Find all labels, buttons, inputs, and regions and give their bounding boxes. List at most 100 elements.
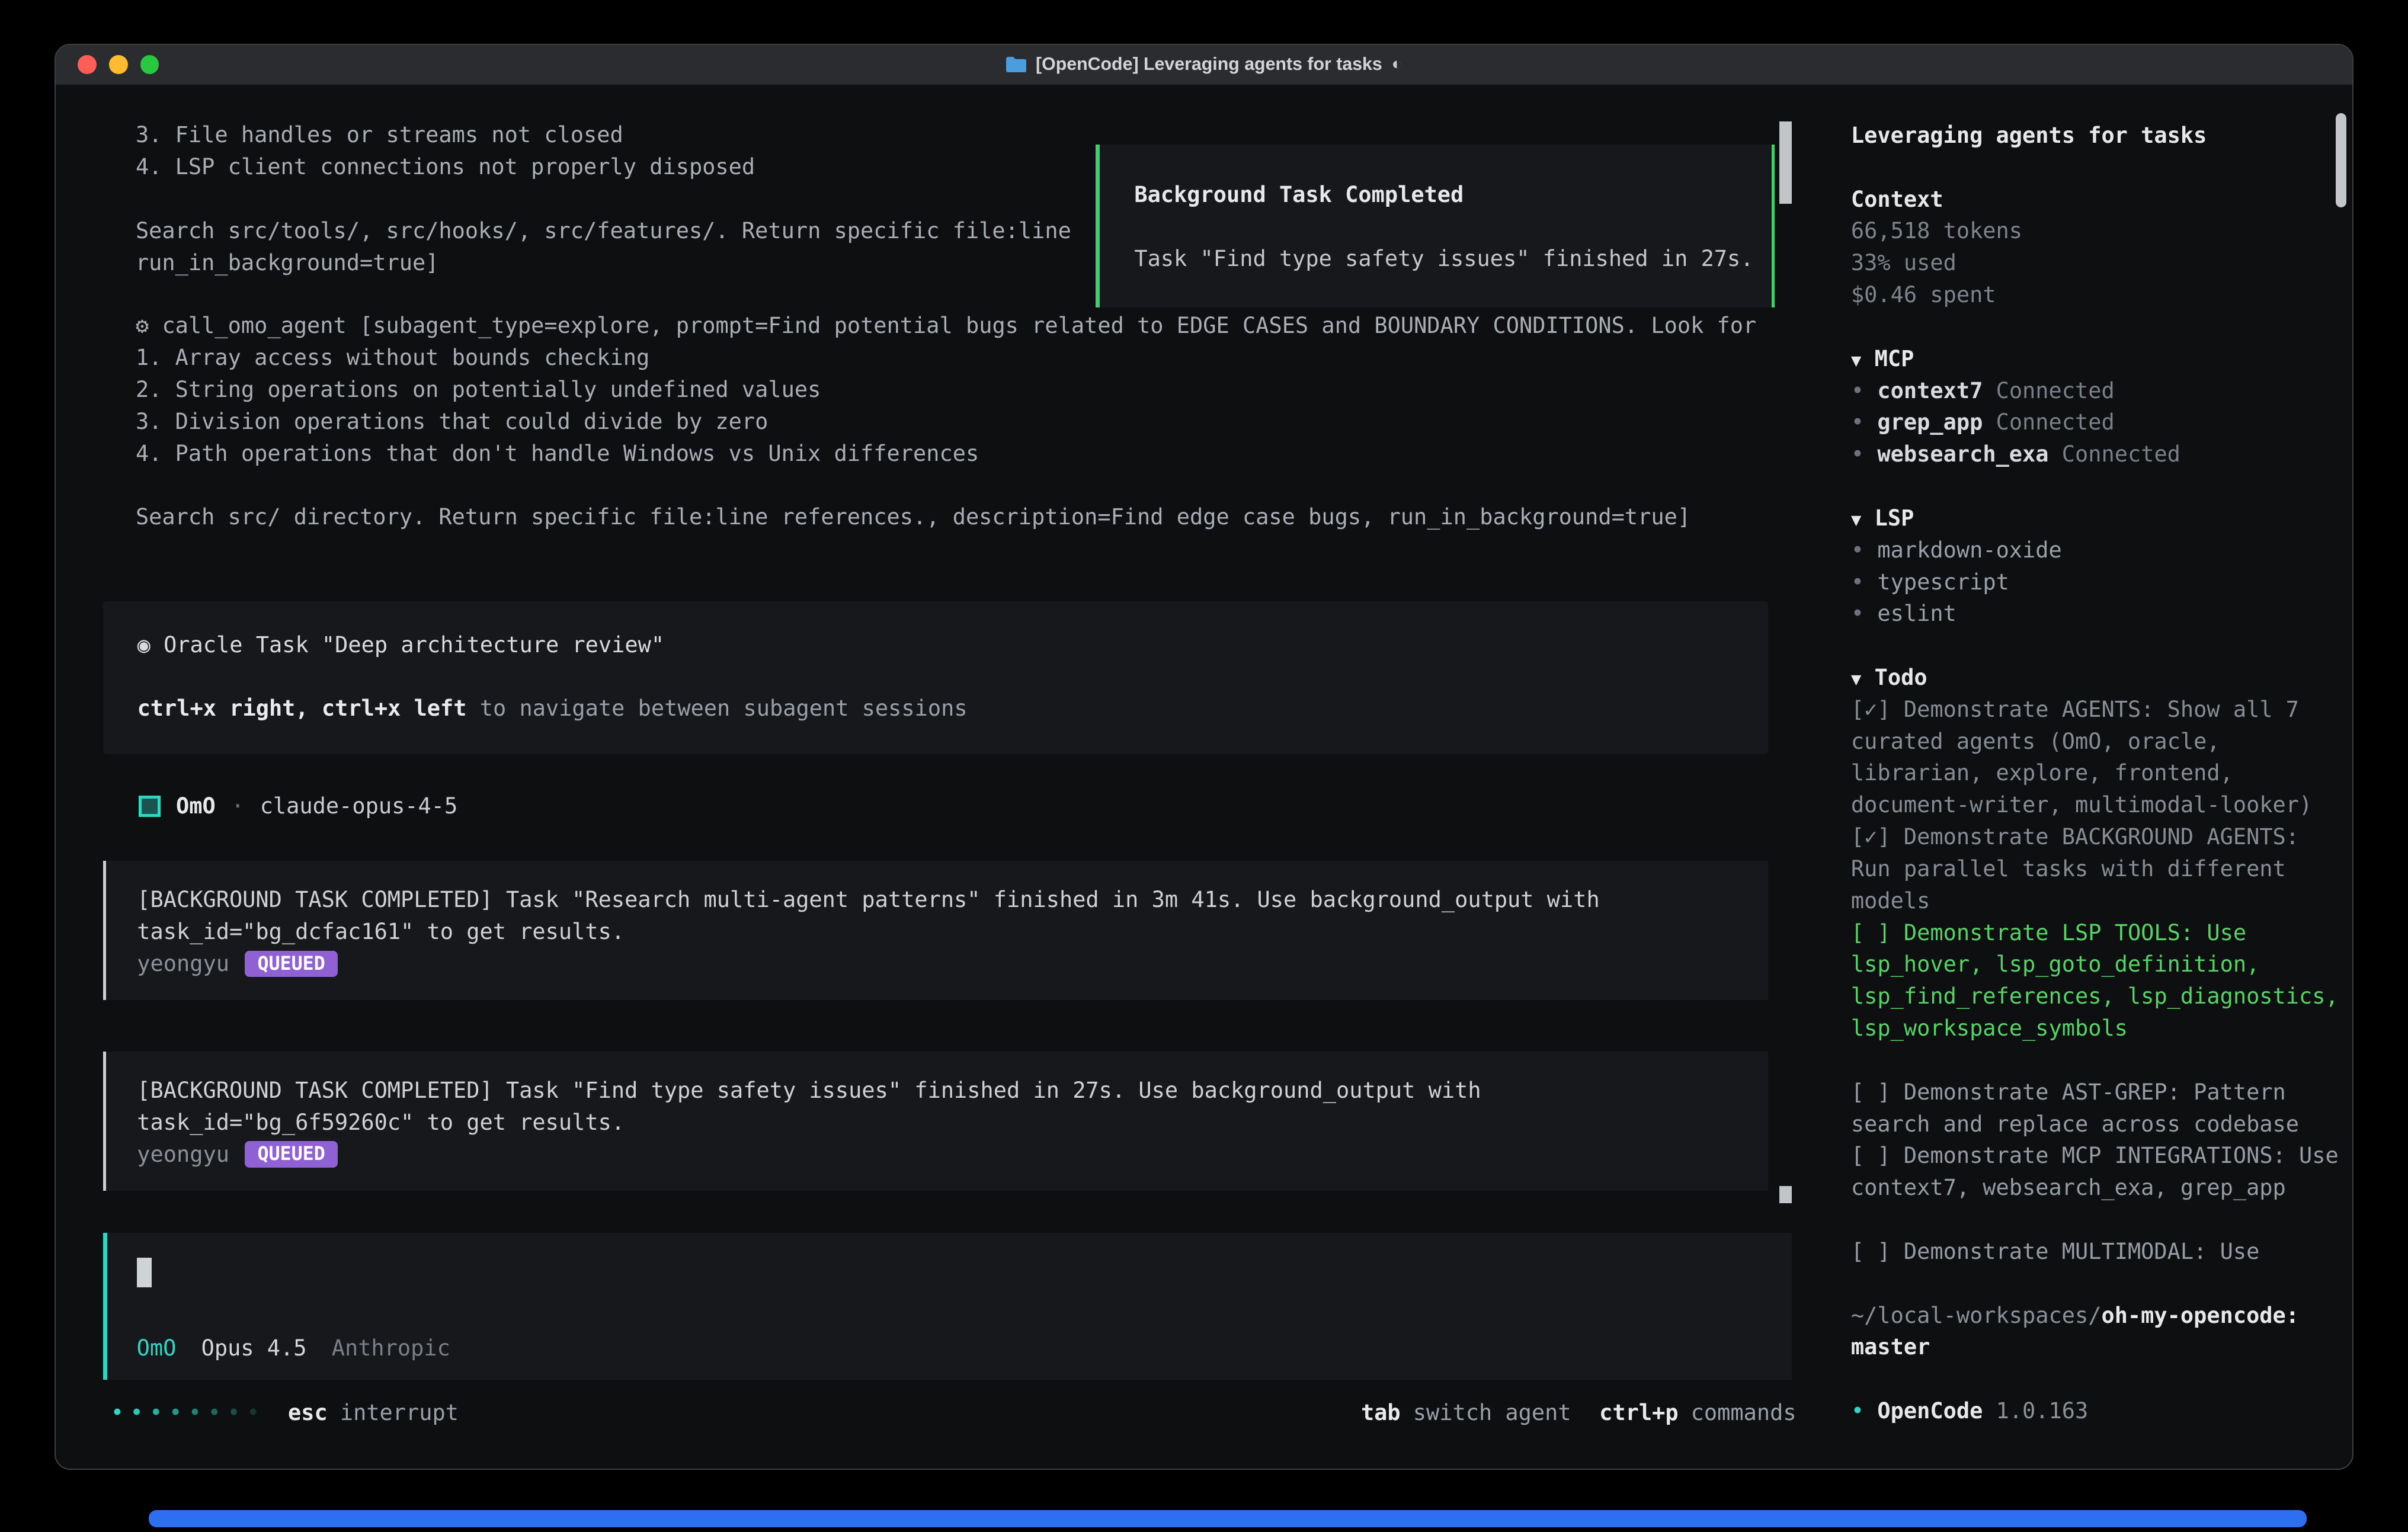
agent-call-item: 3. Division operations that could divide… <box>136 406 1756 438</box>
close-button[interactable] <box>78 55 97 74</box>
todo-text: Demonstrate AST-GREP: Pattern search and… <box>1851 1079 2299 1137</box>
terminal-line: run_in_background=true] <box>136 247 1071 279</box>
agent-icon <box>139 796 160 817</box>
todo-text: Demonstrate AGENTS: Show all 7 curated a… <box>1851 697 2312 818</box>
todo-text: Demonstrate MULTIMODAL: Use <box>1904 1239 2259 1264</box>
queued-badge: QUEUED <box>245 951 338 977</box>
terminal-pane[interactable]: 3. File handles or streams not closed 4.… <box>56 85 1827 1470</box>
statusbar-right: tab switch agent ctrl+p commands <box>1361 1397 1797 1429</box>
prompt-input[interactable]: OmO Opus 4.5 Anthropic <box>103 1233 1792 1380</box>
mcp-item: • context7 Connected <box>1851 375 2339 407</box>
terminal-line: 4. LSP client connections not properly d… <box>136 151 1071 183</box>
context-tokens: 66,518 tokens <box>1851 215 2339 247</box>
screen: [OpenCode] Leveraging agents for tasks ◐… <box>0 0 2408 1532</box>
tab-key-hint: tab <box>1361 1397 1401 1429</box>
input-agent-name: OmO <box>137 1332 177 1364</box>
mcp-section-header[interactable]: ▼ MCP <box>1851 343 2339 375</box>
agent-call-item: 2. String operations on potentially unde… <box>136 374 1756 406</box>
esc-key-hint: esc <box>288 1397 328 1429</box>
message-line: [BACKGROUND TASK COMPLETED] Task "Find t… <box>137 1075 1768 1107</box>
scrollbar-marker[interactable] <box>1779 1186 1792 1203</box>
lsp-heading-text: LSP <box>1875 505 1914 531</box>
todo-heading-text: Todo <box>1875 665 1927 690</box>
esc-key-label: interrupt <box>340 1397 459 1429</box>
checkbox-empty-icon: [ ] <box>1851 1079 1891 1105</box>
message-line: task_id="bg_dcfac161" to get results. <box>137 916 1768 948</box>
queued-badge: QUEUED <box>245 1141 338 1168</box>
session-title: Leveraging agents for tasks <box>1851 120 2339 152</box>
todo-item: [ ] Demonstrate AST-GREP: Pattern search… <box>1851 1076 2339 1140</box>
checkbox-checked-icon: [✓] <box>1851 697 1891 722</box>
statusbar-left: •••••••• esc interrupt <box>111 1397 459 1429</box>
input-provider-name: Anthropic <box>332 1332 450 1364</box>
sidebar-scrollbar-thumb[interactable] <box>2336 113 2346 207</box>
bullet-icon: • <box>1851 409 1864 435</box>
workspace-repo: oh-my-opencode: <box>2101 1303 2299 1328</box>
oracle-task-title-text: Oracle Task "Deep architecture review" <box>164 632 664 658</box>
agent-name: OmO <box>176 790 216 822</box>
fisheye-icon: ◉ <box>137 632 150 658</box>
terminal-line: Search src/tools/, src/hooks/, src/featu… <box>136 215 1071 247</box>
background-task-message: [BACKGROUND TASK COMPLETED] Task "Find t… <box>103 1052 1769 1191</box>
mcp-status: Connected <box>2062 441 2180 467</box>
text-cursor <box>137 1258 152 1287</box>
todo-item: [ ] Demonstrate MCP INTEGRATIONS: Use co… <box>1851 1140 2339 1204</box>
zoom-button[interactable] <box>140 55 159 74</box>
todo-text: Demonstrate MCP INTEGRATIONS: Use contex… <box>1851 1143 2339 1200</box>
oracle-task-panel: ◉ Oracle Task "Deep architecture review"… <box>103 601 1769 755</box>
commands-key-hint: ctrl+p <box>1599 1397 1678 1429</box>
input-status-row: OmO Opus 4.5 Anthropic <box>137 1332 450 1364</box>
todo-item: [ ] Demonstrate LSP TOOLS: Use lsp_hover… <box>1851 917 2339 1044</box>
context-spent: $0.46 spent <box>1851 279 2339 311</box>
mcp-name: websearch_exa <box>1877 441 2048 467</box>
bullet-icon: • <box>1851 569 1864 595</box>
workspace-dir: ~/local-workspaces/ <box>1851 1303 2102 1328</box>
lsp-name: eslint <box>1877 601 1956 626</box>
window-title: [OpenCode] Leveraging agents for tasks ◐ <box>1006 55 1402 75</box>
lsp-item: • typescript <box>1851 566 2339 598</box>
checkbox-empty-icon: [ ] <box>1851 1143 1891 1168</box>
lsp-section-header[interactable]: ▼ LSP <box>1851 502 2339 534</box>
toast-body: Task "Find type safety issues" finished … <box>1134 243 1771 275</box>
lsp-name: typescript <box>1877 569 2009 595</box>
bullet-icon: • <box>1851 537 1864 563</box>
separator-dot: · <box>231 790 244 822</box>
mcp-item: • grep_app Connected <box>1851 406 2339 438</box>
todo-item: [ ] Demonstrate MULTIMODAL: Use <box>1851 1236 2339 1268</box>
app-name: OpenCode <box>1877 1398 1983 1424</box>
input-model-name: Opus 4.5 <box>201 1332 307 1364</box>
scrollbar-thumb[interactable] <box>1779 121 1792 204</box>
terminal-line: 3. File handles or streams not closed <box>136 119 1071 151</box>
todo-section-header[interactable]: ▼ Todo <box>1851 662 2339 694</box>
bullet-icon: • <box>1851 441 1864 467</box>
titlebar[interactable]: [OpenCode] Leveraging agents for tasks ◐ <box>56 45 2352 85</box>
agent-header: OmO · claude-opus-4-5 <box>139 790 457 822</box>
background-task-toast: Background Task Completed Task "Find typ… <box>1096 145 1774 307</box>
folder-icon <box>1006 57 1026 72</box>
window-title-text: [OpenCode] Leveraging agents for tasks <box>1036 55 1382 75</box>
lsp-name: markdown-oxide <box>1877 537 2061 563</box>
todo-item: [✓] Demonstrate BACKGROUND AGENTS: Run p… <box>1851 821 2339 916</box>
subagent-nav-hint: ctrl+x right, ctrl+x left to navigate be… <box>137 693 1768 725</box>
background-task-message: [BACKGROUND TASK COMPLETED] Task "Resear… <box>103 861 1769 1000</box>
checkbox-empty-icon: [ ] <box>1851 920 1891 946</box>
agent-model: claude-opus-4-5 <box>260 790 458 822</box>
mcp-name: context7 <box>1877 378 1983 403</box>
message-line: task_id="bg_6f59260c" to get results. <box>137 1107 1768 1139</box>
session-busy-icon: ◐ <box>1392 55 1402 74</box>
oracle-task-title: ◉ Oracle Task "Deep architecture review" <box>137 629 1768 661</box>
app-version: • OpenCode 1.0.163 <box>1851 1395 2339 1427</box>
context-used: 33% used <box>1851 247 2339 279</box>
lsp-item: • eslint <box>1851 598 2339 630</box>
app-version-number: 1.0.163 <box>1996 1398 2089 1424</box>
message-user: yeongyu <box>137 1139 229 1171</box>
minimize-button[interactable] <box>109 55 128 74</box>
checkbox-checked-icon: [✓] <box>1851 824 1891 850</box>
nav-hint-keys: ctrl+x right, ctrl+x left <box>137 696 467 721</box>
agent-call-outro: Search src/ directory. Return specific f… <box>136 501 1756 533</box>
mcp-status: Connected <box>1996 409 2115 435</box>
mcp-status: Connected <box>1996 378 2115 403</box>
chevron-down-icon: ▼ <box>1851 669 1861 689</box>
mcp-name: grep_app <box>1877 409 1983 435</box>
scrollback-text: 3. File handles or streams not closed 4.… <box>136 119 1071 278</box>
